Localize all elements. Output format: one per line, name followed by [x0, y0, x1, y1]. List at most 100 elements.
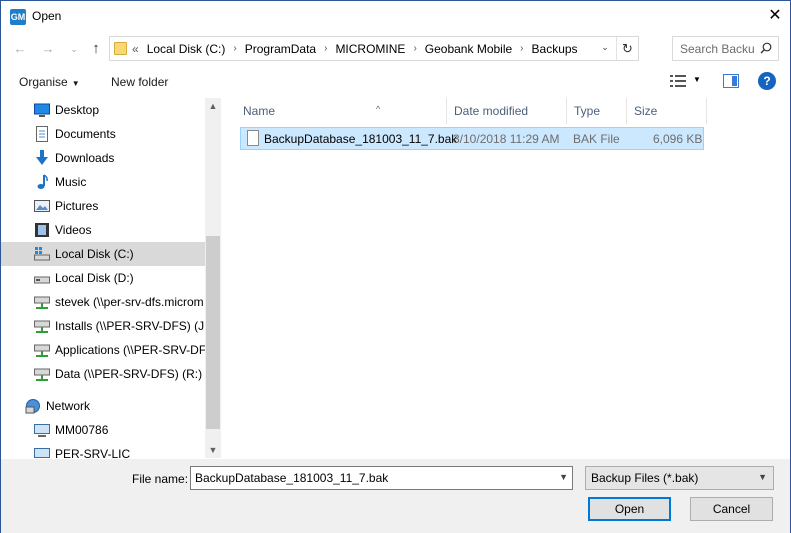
- address-row: ← → ⌄ ↑ « Local Disk (C:) › ProgramData …: [1, 34, 790, 64]
- sidebar-item-label: PER-SRV-LIC: [55, 447, 131, 458]
- sidebar-item-label: Music: [55, 175, 87, 189]
- help-icon[interactable]: ?: [758, 72, 776, 90]
- file-name-label: File name:: [132, 472, 189, 486]
- scrollbar-thumb[interactable]: [206, 236, 220, 429]
- breadcrumb-local-disk-c[interactable]: Local Disk (C:): [147, 42, 226, 56]
- change-view-icon[interactable]: [670, 75, 686, 87]
- breadcrumb-geobank-mobile[interactable]: Geobank Mobile: [425, 42, 512, 56]
- column-header-date-modified[interactable]: Date modified: [447, 98, 567, 124]
- column-header-size[interactable]: Size: [627, 98, 707, 124]
- sidebar-item-network-drive-applications[interactable]: Applications (\\PER-SRV-DFS: [1, 338, 205, 362]
- sort-ascending-icon: ^: [376, 104, 381, 114]
- organise-label: Organise: [19, 75, 68, 89]
- sidebar-item-network-drive-stevek[interactable]: stevek (\\per-srv-dfs.microm: [1, 290, 205, 314]
- breadcrumb-backups[interactable]: Backups: [532, 42, 578, 56]
- title-bar: GM Open ✕: [1, 1, 790, 32]
- close-button[interactable]: ✕: [760, 1, 790, 31]
- sidebar-item-local-disk-c[interactable]: Local Disk (C:): [1, 242, 205, 266]
- sidebar-item-network-drive-installs[interactable]: Installs (\\PER-SRV-DFS) (J:): [1, 314, 205, 338]
- file-name-field[interactable]: BackupDatabase_181003_11_7.bak ▼: [190, 466, 573, 490]
- breadcrumb-separator-icon[interactable]: ›: [233, 42, 236, 56]
- dialog-footer: File name: BackupDatabase_181003_11_7.ba…: [1, 459, 790, 533]
- sidebar-item-label: Data (\\PER-SRV-DFS) (R:): [55, 367, 203, 381]
- sidebar-item-local-disk-d[interactable]: Local Disk (D:): [1, 266, 205, 290]
- drive-icon: [34, 276, 50, 284]
- nav-pane-scrollbar[interactable]: ▲ ▼: [205, 98, 221, 458]
- address-dropdown-chevron-icon[interactable]: ⌄: [598, 42, 612, 53]
- computer-icon: [34, 448, 50, 458]
- recent-locations-chevron-icon[interactable]: ⌄: [65, 40, 83, 58]
- sidebar-item-pictures[interactable]: Pictures: [1, 194, 205, 218]
- sidebar-item-label: Videos: [55, 223, 92, 237]
- breadcrumb-overflow[interactable]: «: [132, 42, 139, 56]
- sidebar-item-mm00786[interactable]: MM00786: [1, 418, 205, 442]
- search-icon: [760, 42, 772, 54]
- videos-icon: [35, 223, 49, 237]
- sidebar-item-videos[interactable]: Videos: [1, 218, 205, 242]
- sidebar-item-label: Downloads: [55, 151, 115, 165]
- new-folder-button[interactable]: New folder: [111, 75, 168, 89]
- file-size-cell: 6,096 KB: [653, 132, 703, 146]
- sidebar-item-downloads[interactable]: Downloads: [1, 146, 205, 170]
- back-arrow-icon[interactable]: ←: [11, 40, 29, 58]
- sidebar-item-desktop[interactable]: Desktop: [1, 98, 205, 122]
- file-name-value[interactable]: BackupDatabase_181003_11_7.bak: [195, 471, 388, 485]
- music-icon: [37, 174, 48, 189]
- column-header-name[interactable]: Name ^: [236, 98, 447, 124]
- organise-button[interactable]: Organise ▼: [19, 75, 80, 89]
- sidebar-item-label: Documents: [55, 127, 116, 141]
- sidebar-item-music[interactable]: Music: [1, 170, 205, 194]
- sidebar-item-network-drive-data[interactable]: Data (\\PER-SRV-DFS) (R:): [1, 362, 205, 386]
- network-drive-icon: [34, 368, 50, 381]
- file-name-cell: BackupDatabase_181003_11_7.bak: [264, 132, 458, 146]
- open-button[interactable]: Open: [588, 497, 671, 521]
- sidebar-item-label: Installs (\\PER-SRV-DFS) (J:): [55, 319, 205, 333]
- column-header-type[interactable]: Type: [567, 98, 627, 124]
- sidebar-item-label: Local Disk (D:): [55, 271, 134, 285]
- search-input[interactable]: Search Backups: [680, 42, 755, 56]
- address-bar[interactable]: « Local Disk (C:) › ProgramData › MICROM…: [109, 36, 639, 61]
- command-bar: Organise ▼ New folder ▼ ?: [1, 67, 790, 96]
- cancel-button[interactable]: Cancel: [690, 497, 773, 521]
- up-arrow-icon[interactable]: ↑: [87, 40, 105, 58]
- network-drive-icon: [34, 320, 50, 333]
- network-drive-icon: [34, 296, 50, 309]
- sidebar-item-label: stevek (\\per-srv-dfs.microm: [55, 295, 204, 309]
- sidebar-item-per-srv-lic[interactable]: PER-SRV-LIC: [1, 442, 205, 458]
- breadcrumb-separator-icon[interactable]: ›: [324, 42, 327, 56]
- preview-pane-icon[interactable]: [723, 74, 739, 88]
- sidebar-item-label: Network: [46, 399, 91, 413]
- sidebar-item-label: Local Disk (C:): [55, 247, 134, 261]
- scroll-down-chevron-icon[interactable]: ▼: [205, 442, 221, 458]
- table-row[interactable]: BackupDatabase_181003_11_7.bak 3/10/2018…: [240, 127, 704, 150]
- scroll-up-chevron-icon[interactable]: ▲: [205, 98, 221, 114]
- window-title: Open: [32, 9, 62, 23]
- sidebar-item-label: Desktop: [55, 103, 100, 117]
- view-options-chevron-down-icon[interactable]: ▼: [693, 75, 701, 84]
- breadcrumb-programdata[interactable]: ProgramData: [245, 42, 316, 56]
- forward-arrow-icon[interactable]: →: [39, 40, 57, 58]
- chevron-down-icon: ▼: [71, 79, 80, 88]
- downloads-icon: [36, 150, 48, 165]
- breadcrumb: « Local Disk (C:) › ProgramData › MICROM…: [132, 42, 578, 56]
- drive-icon: [34, 247, 50, 261]
- sidebar-item-network[interactable]: Network: [1, 394, 205, 418]
- app-logo-icon: GM: [10, 9, 26, 25]
- network-drive-icon: [34, 344, 50, 357]
- breadcrumb-separator-icon[interactable]: ›: [520, 42, 523, 56]
- breadcrumb-separator-icon[interactable]: ›: [413, 42, 416, 56]
- file-name-chevron-down-icon[interactable]: ▼: [559, 472, 568, 482]
- search-box[interactable]: Search Backups: [672, 36, 779, 61]
- folder-icon: [114, 42, 127, 55]
- sidebar-item-documents[interactable]: Documents: [1, 122, 205, 146]
- sidebar-item-label: Pictures: [55, 199, 99, 213]
- file-type-chevron-down-icon: ▼: [758, 472, 767, 482]
- file-type-value: Backup Files (*.bak): [591, 471, 699, 485]
- breadcrumb-micromine[interactable]: MICROMINE: [335, 42, 405, 56]
- refresh-icon[interactable]: ↻: [616, 37, 638, 60]
- column-header-label: Name: [243, 104, 276, 118]
- file-type-select[interactable]: Backup Files (*.bak) ▼: [585, 466, 774, 490]
- sidebar-item-label: MM00786: [55, 423, 109, 437]
- pictures-icon: [34, 200, 50, 212]
- sidebar-item-label: Applications (\\PER-SRV-DFS: [55, 343, 205, 357]
